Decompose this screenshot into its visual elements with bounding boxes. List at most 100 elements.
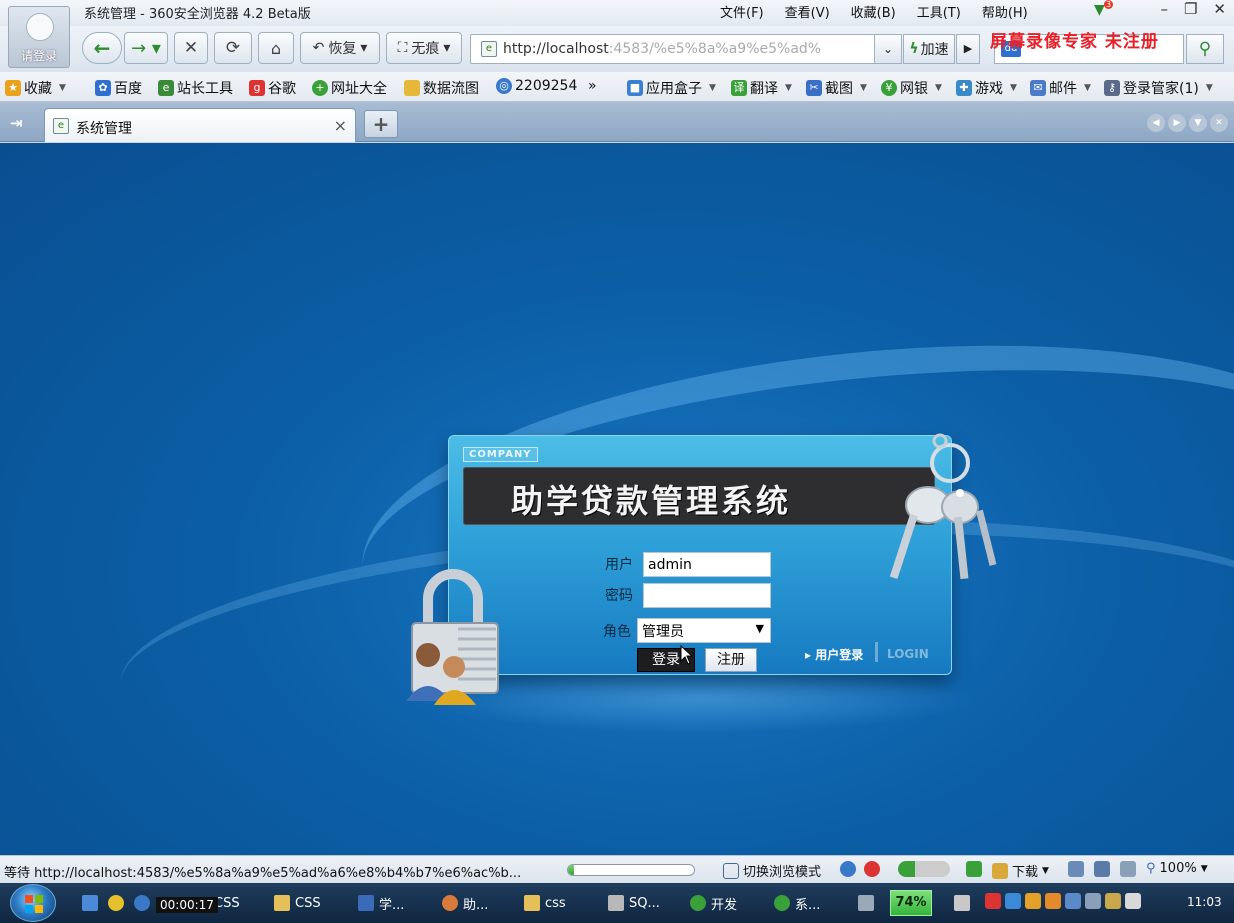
close-tab-button[interactable]: × [334, 116, 347, 135]
tool-icon[interactable] [1068, 861, 1084, 877]
menu-tools[interactable]: 工具(T) [917, 2, 961, 21]
fav-item-app-box[interactable]: ■ 应用盒子 ▼ [627, 78, 716, 98]
battery-indicator[interactable]: 74% [890, 890, 932, 916]
address-url[interactable]: http://localhost:4583/%e5%8a%a9%e5%ad% [503, 41, 863, 57]
tray-icon[interactable] [1025, 893, 1041, 909]
star-icon: ★ [5, 80, 21, 96]
login-en-label: LOGIN [887, 647, 929, 661]
tray-icon[interactable] [985, 893, 1001, 909]
taskbar-item-sql[interactable]: SQ... [608, 891, 660, 915]
fav-item-favorites[interactable]: ★ 收藏 ▼ [5, 78, 66, 98]
quicklaunch-360-icon[interactable] [108, 891, 124, 915]
fav-item-data-flow[interactable]: 数据流图 [404, 78, 479, 98]
user-login-link[interactable]: ▸ 用户登录 [805, 646, 863, 663]
volume-icon[interactable] [1120, 861, 1136, 877]
power-icon[interactable] [954, 891, 970, 915]
go-button[interactable]: ▶ [956, 34, 980, 64]
security-icon[interactable] [864, 861, 880, 877]
search-button[interactable]: ⚲ [1186, 34, 1224, 64]
back-button[interactable]: ← [82, 32, 122, 64]
fav-item-baidu[interactable]: ✿ 百度 [95, 78, 142, 98]
mouse-cursor-icon [680, 645, 694, 665]
menu-favorites[interactable]: 收藏(B) [851, 2, 896, 21]
taskbar-item-css-lower[interactable]: css [524, 891, 566, 915]
register-button[interactable]: 注册 [705, 648, 757, 672]
switch-mode-button[interactable]: 切换浏览模式 [723, 861, 821, 880]
fav-item-webmaster-tools[interactable]: e 站长工具 [158, 78, 233, 98]
taskbar: 00:00:17 CSS CSS 学... 助... css SQ... 开发 … [0, 883, 1234, 923]
fav-item-mail[interactable]: ✉ 邮件 ▼ [1030, 78, 1091, 98]
quicklaunch-icon[interactable] [82, 891, 98, 915]
calendar-icon[interactable] [966, 861, 982, 877]
minimize-button[interactable]: – [1160, 0, 1168, 18]
sidebar-toggle-icon[interactable]: ⇥ [10, 114, 23, 132]
key-icon: ⚷ [1104, 80, 1120, 96]
tray-icon[interactable] [1065, 893, 1081, 909]
username-input[interactable] [643, 552, 771, 577]
forward-button[interactable]: → ▾ [124, 32, 168, 64]
recording-timer: 00:00:17 [156, 897, 218, 913]
fav-item-screenshot[interactable]: ✂ 截图 ▼ [806, 78, 867, 98]
close-window-button[interactable]: ✕ [1213, 0, 1226, 18]
maximize-button[interactable]: ❐ [1184, 0, 1197, 18]
download-button[interactable]: 下载 ▼ [992, 861, 1049, 880]
address-bar[interactable]: e http://localhost:4583/%e5%8a%a9%e5%ad% [470, 34, 900, 64]
tray-icon[interactable] [1105, 893, 1121, 909]
globe-icon: ◎ [496, 78, 512, 94]
stop-button[interactable]: ✕ [174, 32, 208, 64]
tab-list-icon[interactable]: ▼ [1189, 114, 1207, 132]
caret-down-icon: ▼ [755, 622, 764, 635]
favorites-bar: ★ 收藏 ▼ ✿ 百度 e 站长工具 g 谷歌 + 网址大全 数据流图 ◎ 2209254 »… [0, 72, 1234, 102]
ie-mode-icon[interactable] [840, 861, 856, 877]
menu-help[interactable]: 帮助(H) [982, 2, 1028, 21]
arrow-right-icon: → ▾ [131, 37, 161, 59]
keyboard-icon[interactable] [858, 891, 874, 915]
start-button[interactable] [10, 884, 56, 922]
taskbar-item-word[interactable]: 学... [358, 891, 404, 915]
menu-file[interactable]: 文件(F) [720, 2, 764, 21]
tab-system-management[interactable]: e 系统管理 × [44, 108, 356, 142]
google-icon: g [249, 80, 265, 96]
tray-icon[interactable] [1085, 893, 1101, 909]
new-tab-button[interactable]: + [364, 110, 398, 138]
taskbar-item-dev[interactable]: 开发 [690, 891, 737, 915]
role-select[interactable]: 管理员 ▼ [637, 618, 771, 643]
menu-view[interactable]: 查看(V) [785, 2, 830, 21]
monitor-icon[interactable] [1094, 861, 1110, 877]
zoom-control[interactable]: ⚲ 100% ▼ [1146, 861, 1208, 876]
fav-item-google[interactable]: g 谷歌 [249, 78, 296, 98]
password-label: 密码 [605, 588, 633, 604]
window-controls: – ❐ ✕ [1160, 0, 1226, 18]
notification-icon[interactable]: ▼ 3 [1094, 0, 1114, 20]
tray-icon[interactable] [1125, 893, 1141, 909]
tab-prev-icon[interactable]: ◀ [1147, 114, 1165, 132]
fav-item-online-bank[interactable]: ¥ 网银 ▼ [881, 78, 942, 98]
fav-item-site-directory[interactable]: + 网址大全 [312, 78, 387, 98]
fav-item-games[interactable]: ✚ 游戏 ▼ [956, 78, 1017, 98]
title-banner: 助学贷款管理系统 [463, 467, 935, 525]
quicklaunch-ie-icon[interactable] [134, 891, 150, 915]
speed-button[interactable]: ϟ 加速 [903, 34, 955, 64]
tab-next-icon[interactable]: ▶ [1168, 114, 1186, 132]
tab-close-all-icon[interactable]: ✕ [1210, 114, 1228, 132]
reload-button[interactable]: ⟳ [214, 32, 252, 64]
fav-item-2209254[interactable]: ◎ 2209254 [496, 78, 577, 94]
address-dropdown-button[interactable]: ⌄ [874, 34, 902, 64]
fav-item-login-manager[interactable]: ⚷ 登录管家(1) ▼ [1104, 78, 1213, 98]
tray-icon[interactable] [1005, 893, 1021, 909]
page-load-progress [567, 864, 695, 876]
avatar[interactable]: 请登录 [8, 6, 70, 68]
tray-icon[interactable] [1045, 893, 1061, 909]
fav-more[interactable]: » [588, 78, 597, 94]
taskbar-item-system[interactable]: 系... [774, 891, 820, 915]
restore-button[interactable]: ↶ 恢复 ▾ [300, 32, 380, 64]
incognito-button[interactable]: ⛶ 无痕 ▾ [386, 32, 462, 64]
fav-item-translate[interactable]: 译翻译 ▼ [731, 78, 792, 98]
toggle-icon[interactable] [898, 861, 950, 877]
password-input[interactable] [643, 583, 771, 608]
taskbar-item-app[interactable]: 助... [442, 891, 488, 915]
role-label: 角色 [603, 624, 631, 640]
taskbar-item-css-folder[interactable]: CSS [274, 891, 321, 915]
home-button[interactable]: ⌂ [258, 32, 294, 64]
padlock-icon [406, 569, 499, 705]
